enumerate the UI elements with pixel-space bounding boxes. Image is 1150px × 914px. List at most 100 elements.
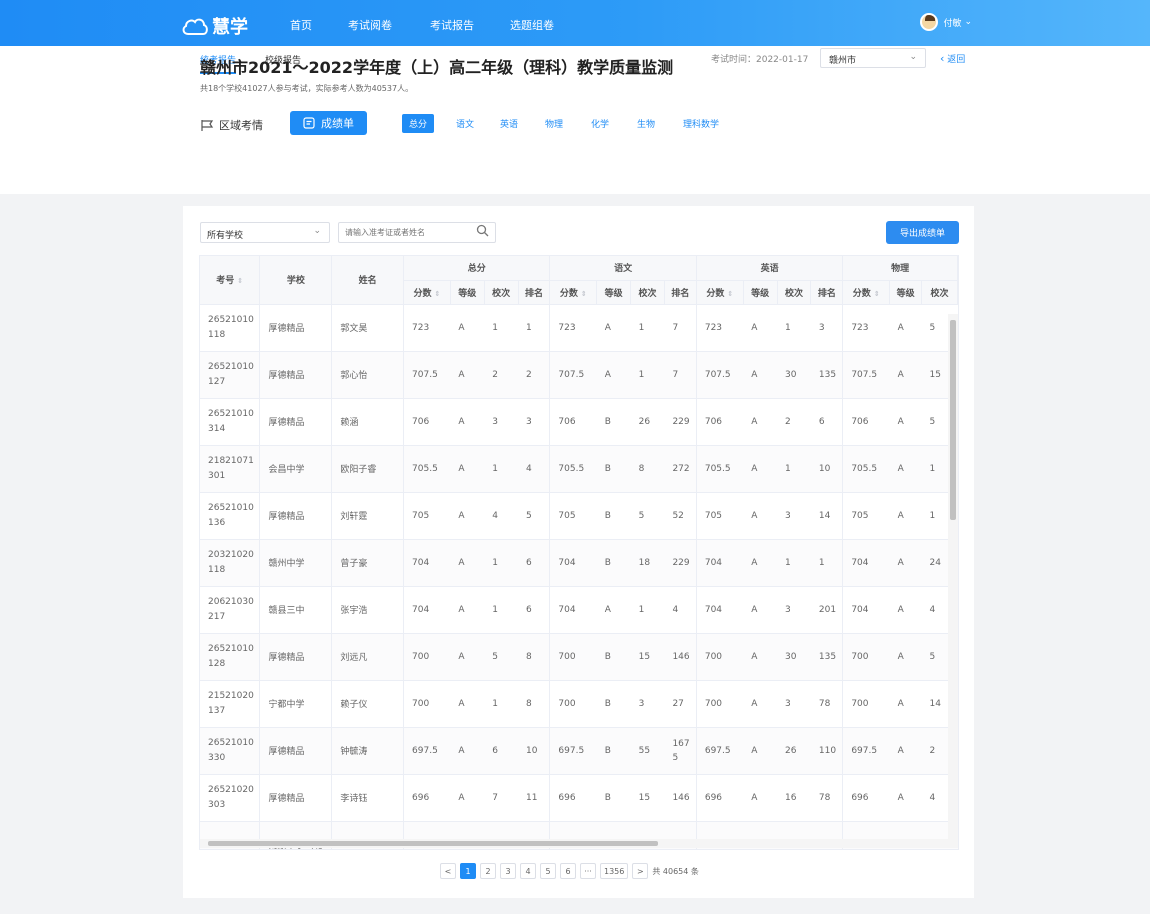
cell-value: 3 [630,680,665,728]
cell-value: 30 [777,633,811,681]
cell-value: 10 [810,445,844,493]
cell-value: 1 [484,539,519,587]
cell-value: 3 [777,680,811,728]
chevron-left-icon: ‹ [940,52,945,65]
cell-value: 704 [403,539,451,587]
page-ellipsis[interactable]: ··· [580,863,596,879]
table-row: 20621030 217 赣县三中 张宇浩 704 A 1 6 704 A 1 4 704 A 3 201 7… [200,586,958,634]
cell-value: 697.5 [549,727,597,775]
cell-value: 697.5 [696,727,744,775]
sort-icon[interactable]: ⇕ [727,290,733,298]
sort-icon[interactable]: ⇕ [581,290,587,298]
col-header-english-score[interactable]: 分数 ⇕ [696,280,744,305]
vertical-scrollbar[interactable] [948,314,958,848]
cell-exam-no: 26521010 127 [200,351,261,399]
page-button[interactable]: 2 [480,863,496,879]
cell-value: 2 [777,398,811,446]
app-logo-text: 慧学 [212,17,248,38]
cell-value: 5 [630,492,665,540]
scrollbar-thumb[interactable] [950,320,956,520]
cell-name: 钟毓涛 [331,727,405,775]
subject-english[interactable]: 英语 [500,117,518,130]
city-select[interactable]: 赣州市 ⌄ [820,48,926,68]
cell-value: 723 [403,304,451,352]
page-button[interactable]: 4 [520,863,536,879]
subject-physics[interactable]: 物理 [545,117,563,130]
cell-value: 10 [518,727,551,775]
cell-exam-no: 20621030 217 [200,586,261,634]
cell-value: A [889,539,922,587]
app-logo[interactable]: 慧学 [182,13,248,39]
cell-value: 15 [630,633,665,681]
prev-page-button[interactable]: < [440,863,456,879]
cell-value: 696 [403,774,451,822]
user-menu[interactable]: 付敏 ⌄ [920,13,972,31]
school-select[interactable]: 所有学校 ⌄ [200,222,330,243]
cell-value: B [596,539,631,587]
sort-icon[interactable]: ⇕ [237,277,243,285]
cell-value: B [596,398,631,446]
nav-home[interactable]: 首页 [290,17,312,33]
cell-school: 赣县三中 [259,586,333,634]
cell-value: 705 [549,492,597,540]
cell-name: 欧阳子睿 [331,445,405,493]
cell-value: A [889,727,922,775]
cell-name: 李诗钰 [331,774,405,822]
cell-value: 700 [842,633,890,681]
page-button[interactable]: 3 [500,863,516,879]
cell-value: 167 5 [664,727,697,775]
page-button[interactable]: 5 [540,863,556,879]
search-input[interactable] [338,222,496,243]
back-button[interactable]: ‹ 返回 [940,52,965,65]
cell-value: 704 [549,539,597,587]
subject-chemistry[interactable]: 化学 [591,117,609,130]
cell-value: 4 [518,445,551,493]
cell-value: 27 [664,680,697,728]
cell-value: 704 [842,586,890,634]
nav-exam-grading[interactable]: 考试阅卷 [348,17,392,33]
page-button[interactable]: 1 [460,863,476,879]
page-button[interactable]: 1356 [600,863,629,879]
nav-exam-report[interactable]: 考试报告 [430,17,474,33]
cell-value: 697.5 [403,727,451,775]
cell-value: 14 [810,492,844,540]
score-list-tab[interactable]: 成绩单 [290,111,367,135]
search-icon[interactable] [476,224,489,237]
col-header-exam-no[interactable]: 考号 ⇕ [200,256,261,305]
table-row: 26521010 136 厚德精品 刘轩霆 705 A 4 5 705 B 5 52 705 A 3 14 7… [200,492,958,540]
subject-biology[interactable]: 生物 [637,117,655,130]
export-button[interactable]: 导出成绩单 [886,221,959,244]
table-row: 20321020 118 赣州中学 曾子豪 704 A 1 6 704 B 18 229 704 A 1 1… [200,539,958,587]
cell-value: 1 [777,539,811,587]
sort-icon[interactable]: ⇕ [435,290,441,298]
col-header-physics-score[interactable]: 分数 ⇕ [842,280,891,305]
cell-school: 厚德精品 [259,304,333,352]
cell-value: A [743,492,778,540]
sort-icon[interactable]: ⇕ [874,290,880,298]
page-button[interactable]: 6 [560,863,576,879]
subject-science-math[interactable]: 理科数学 [683,117,719,130]
cell-value: 3 [810,304,844,352]
pagination: < 1 2 3 4 5 6 ··· 1356 > 共 40654 条 [440,863,699,879]
cell-value: 707.5 [842,351,890,399]
cell-value: 707.5 [403,351,451,399]
table-row: 26521010 330 厚德精品 钟毓涛 697.5 A 6 10 697.5 B 55 167 … [200,727,958,775]
horizontal-scrollbar[interactable] [200,839,948,848]
scrollbar-thumb[interactable] [208,841,658,846]
cell-value: A [889,351,922,399]
cell-value: A [450,304,485,352]
col-header-chinese-score[interactable]: 分数 ⇕ [549,280,598,305]
total-count: 共 40654 条 [652,866,699,876]
cell-value: A [450,633,485,681]
region-view-tab[interactable]: 区域考情 [200,117,263,133]
subject-chinese[interactable]: 语文 [456,117,474,130]
subject-total[interactable]: 总分 [402,114,435,133]
cell-name: 曾子豪 [331,539,405,587]
col-header-total-score[interactable]: 分数 ⇕ [403,280,451,305]
cell-school: 厚德精品 [259,727,333,775]
cell-value: A [743,774,778,822]
nav-question-compose[interactable]: 选题组卷 [510,17,554,33]
col-header-physics-grade: 等级 [889,280,923,305]
next-page-button[interactable]: > [632,863,649,879]
cell-value: 700 [842,680,890,728]
